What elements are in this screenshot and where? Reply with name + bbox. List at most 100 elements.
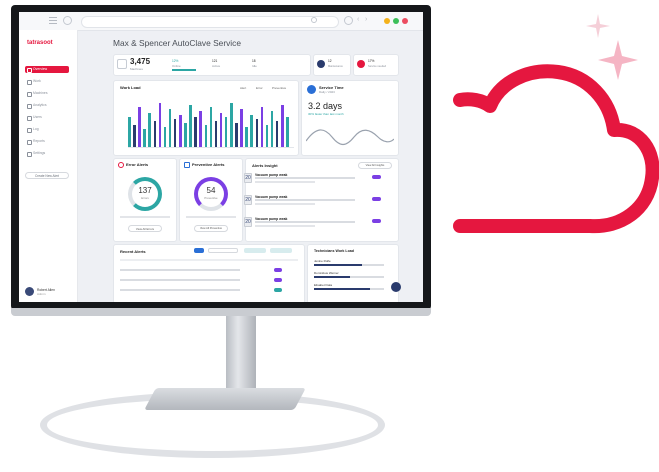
work-load-bar [209, 107, 213, 147]
kpi-badge-service: 17% Service needed [353, 54, 399, 76]
filter-tag-b[interactable] [270, 248, 292, 253]
sidebar-item-label: Analytics [33, 103, 47, 107]
sidebar-item-reports[interactable]: Reports [25, 138, 69, 145]
recent-alerts-title: Recent Alerts [120, 249, 146, 254]
kpi-active-value: 121 [212, 59, 218, 63]
work-load-bar [179, 115, 182, 147]
work-load-bar [214, 121, 218, 147]
sidebar-item-machines[interactable]: Machines [25, 90, 69, 97]
sidebar-item-work[interactable]: Work [25, 78, 69, 85]
view-all-preventive-button[interactable]: View All Preventive [194, 225, 228, 232]
technicians-title: Technicians Work Load [314, 249, 355, 253]
sidebar-item-users[interactable]: Users [25, 114, 69, 121]
window-dot-green[interactable] [393, 18, 399, 24]
work-load-bar [224, 117, 228, 147]
insight-date: 20 [244, 217, 252, 227]
work-load-bar [168, 109, 172, 147]
table-row[interactable] [120, 279, 240, 281]
help-icon[interactable] [391, 282, 401, 292]
work-load-bar [281, 105, 284, 147]
row-status [274, 278, 282, 282]
technician-name: Jenine Rolfe [314, 259, 331, 263]
work-load-bar [255, 119, 259, 147]
insight-meta [255, 203, 315, 205]
maintenance-label: Maintenance [328, 65, 343, 68]
sidebar-item-label: Overview [33, 67, 48, 71]
kpi-main-label: Machines [130, 67, 143, 71]
work-load-bar [138, 107, 141, 147]
work-load-bar [240, 109, 243, 147]
work-load-bar [219, 113, 223, 147]
work-load-bar [189, 105, 192, 147]
insight-row[interactable]: 20 Vacuum pump weak [244, 217, 382, 235]
work-load-bar [230, 103, 233, 147]
sidebar-item-settings[interactable]: Settings [25, 150, 69, 157]
monitor-neck [226, 316, 256, 392]
service-time-sub: Daily / 2023 [319, 90, 335, 94]
sidebar-item-label: Log [33, 127, 39, 131]
brand-logo: tatrasoot [27, 40, 53, 46]
sparkle-icon [586, 14, 638, 80]
technician-bar-fill [314, 264, 362, 266]
sidebar-item-label: Machines [33, 91, 48, 95]
insight-row[interactable]: 20 Vacuum pump weak [244, 173, 382, 191]
work-load-bar [148, 113, 151, 147]
search-icon[interactable] [311, 17, 317, 23]
kpi-online-label: Online [172, 64, 181, 68]
insight-date: 20 [244, 195, 252, 205]
work-load-bar [163, 127, 167, 147]
work-load-bar [194, 117, 197, 147]
insight-row[interactable]: 20 Vacuum pump weak [244, 195, 382, 213]
filter-tag-a[interactable] [244, 248, 266, 253]
technicians-card: Technicians Work Load Jenine Rolfe Domin… [307, 244, 399, 302]
work-load-bar [250, 115, 253, 147]
window-dot-red[interactable] [402, 18, 408, 24]
insight-meta [255, 225, 315, 227]
preventive-icon [184, 162, 190, 168]
user-profile[interactable]: Robert Allen Admin [25, 286, 75, 298]
kpi-idle-value: 18 [252, 59, 256, 63]
view-all-insights-button[interactable]: View All Insights [358, 162, 392, 169]
view-all-errors-button[interactable]: View All Errors [128, 225, 162, 232]
insight-date: 20 [244, 173, 252, 183]
chart-axis [128, 147, 294, 148]
service-time-card: Service Time Daily / 2023 3.2 days 30% f… [301, 80, 399, 156]
avatar [25, 287, 34, 296]
recent-alerts-card: Recent Alerts [113, 244, 305, 302]
insight-tag [372, 197, 381, 201]
table-row[interactable] [120, 289, 240, 291]
clock-icon [307, 85, 316, 94]
work-load-bar [235, 123, 238, 147]
insight-desc [255, 199, 355, 201]
address-bar[interactable] [81, 16, 339, 28]
filter-select[interactable] [208, 248, 238, 253]
error-label: Errors [141, 196, 149, 200]
cloud-icon [453, 64, 659, 234]
refresh-icon[interactable] [344, 16, 353, 25]
work-load-bar [245, 127, 248, 147]
nav-next-icon[interactable]: › [365, 16, 374, 25]
create-alert-button[interactable]: Create New Alert [25, 172, 69, 179]
sidebar-item-label: Work [33, 79, 41, 83]
sidebar-item-overview[interactable]: Overview [25, 66, 69, 73]
sidebar-item-log[interactable]: Log [25, 126, 69, 133]
back-icon[interactable] [63, 16, 72, 25]
sidebar-item-label: Settings [33, 151, 46, 155]
service-label: Service needed [368, 65, 387, 68]
kpi-online-value: 12% [172, 59, 179, 63]
preventive-label: Preventive [204, 196, 218, 200]
work-load-bar [204, 125, 208, 147]
row-status [274, 288, 282, 292]
work-load-bar [270, 111, 274, 147]
work-load-bar [158, 103, 162, 147]
kpi-badge-maintenance: 12 Maintenance [313, 54, 351, 76]
filter-pill[interactable] [194, 248, 204, 253]
work-load-bar [153, 121, 157, 147]
window-dot-yellow[interactable] [384, 18, 390, 24]
table-row[interactable] [120, 269, 240, 271]
error-alerts-card: Error Alerts 137 Errors View All Errors [113, 158, 177, 242]
hamburger-icon[interactable] [49, 16, 58, 25]
kpi-online-bar [172, 69, 196, 71]
work-load-bar [133, 125, 136, 147]
sidebar-item-analytics[interactable]: Analytics [25, 102, 69, 109]
